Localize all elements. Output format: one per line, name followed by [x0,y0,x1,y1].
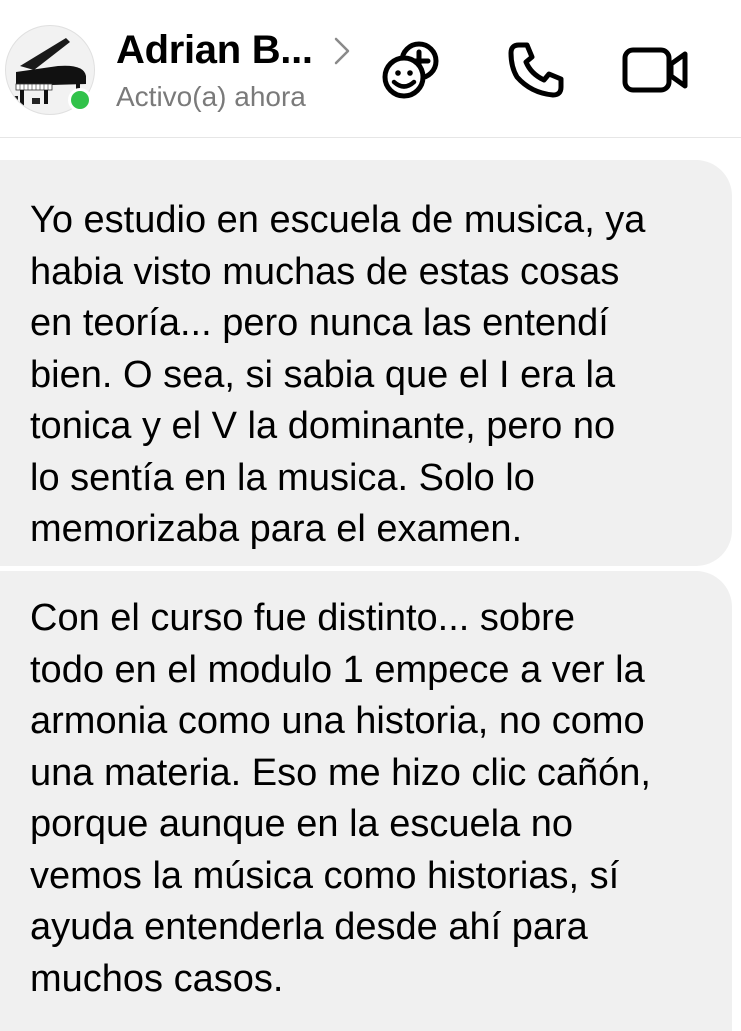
video-call-button[interactable] [620,34,692,106]
message-bubble[interactable]: Con el curso fue distinto... sobre todo … [0,571,732,1031]
phone-icon [508,42,564,98]
add-emoji-icon [382,41,439,99]
emoji-button[interactable] [376,34,448,106]
chat-header: Adrian B... Activo(a) ahora [0,0,741,138]
message-bubble[interactable]: Yo estudio en escuela de musica, ya habi… [0,160,732,566]
chevron-right-icon[interactable] [333,36,351,71]
video-camera-icon [622,47,688,93]
contact-status: Activo(a) ahora [116,81,306,112]
call-button[interactable] [500,34,572,106]
contact-name[interactable]: Adrian B... [116,28,313,73]
online-status-dot [68,88,92,112]
